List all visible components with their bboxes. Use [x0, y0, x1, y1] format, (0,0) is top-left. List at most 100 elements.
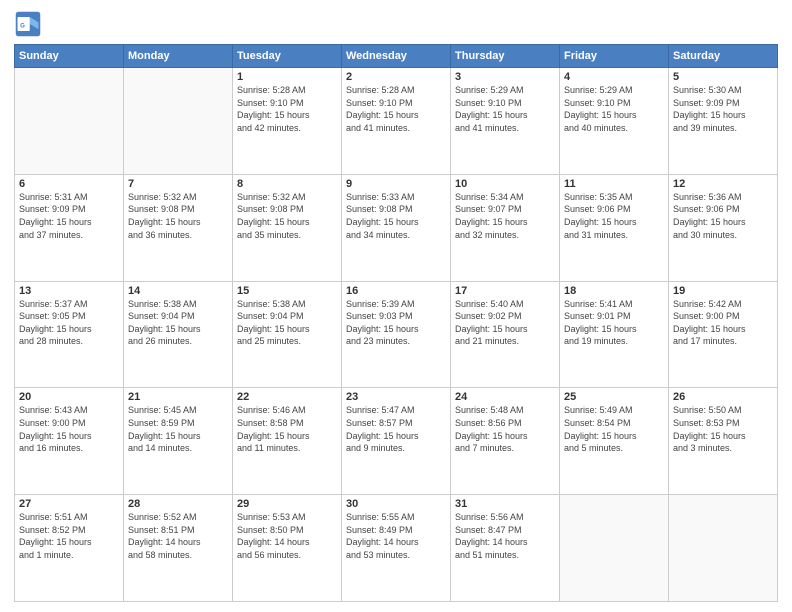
calendar-cell: 8Sunrise: 5:32 AM Sunset: 9:08 PM Daylig…: [233, 174, 342, 281]
day-info: Sunrise: 5:46 AM Sunset: 8:58 PM Dayligh…: [237, 404, 337, 454]
calendar-cell: 13Sunrise: 5:37 AM Sunset: 9:05 PM Dayli…: [15, 281, 124, 388]
day-info: Sunrise: 5:43 AM Sunset: 9:00 PM Dayligh…: [19, 404, 119, 454]
calendar-cell: 31Sunrise: 5:56 AM Sunset: 8:47 PM Dayli…: [451, 495, 560, 602]
day-number: 29: [237, 498, 337, 510]
day-info: Sunrise: 5:33 AM Sunset: 9:08 PM Dayligh…: [346, 191, 446, 241]
calendar-cell: 14Sunrise: 5:38 AM Sunset: 9:04 PM Dayli…: [124, 281, 233, 388]
day-number: 14: [128, 285, 228, 297]
calendar-week-3: 13Sunrise: 5:37 AM Sunset: 9:05 PM Dayli…: [15, 281, 778, 388]
calendar-cell: 22Sunrise: 5:46 AM Sunset: 8:58 PM Dayli…: [233, 388, 342, 495]
day-number: 30: [346, 498, 446, 510]
day-number: 19: [673, 285, 773, 297]
day-info: Sunrise: 5:45 AM Sunset: 8:59 PM Dayligh…: [128, 404, 228, 454]
day-number: 18: [564, 285, 664, 297]
day-info: Sunrise: 5:39 AM Sunset: 9:03 PM Dayligh…: [346, 298, 446, 348]
svg-text:G: G: [20, 23, 25, 30]
day-info: Sunrise: 5:51 AM Sunset: 8:52 PM Dayligh…: [19, 511, 119, 561]
calendar-cell: 6Sunrise: 5:31 AM Sunset: 9:09 PM Daylig…: [15, 174, 124, 281]
day-header-tuesday: Tuesday: [233, 45, 342, 68]
logo: G: [14, 10, 46, 38]
calendar-header-row: SundayMondayTuesdayWednesdayThursdayFrid…: [15, 45, 778, 68]
day-header-saturday: Saturday: [669, 45, 778, 68]
calendar-cell: 25Sunrise: 5:49 AM Sunset: 8:54 PM Dayli…: [560, 388, 669, 495]
calendar-week-1: 1 Sunrise: 5:28 AM Sunset: 9:10 PM Daylig…: [15, 68, 778, 175]
day-number: 21: [128, 391, 228, 403]
day-number: 5: [673, 71, 773, 83]
day-info: Sunrise: 5:53 AM Sunset: 8:50 PM Dayligh…: [237, 511, 337, 561]
calendar-cell: 2Sunrise: 5:28 AM Sunset: 9:10 PM Daylig…: [342, 68, 451, 175]
day-info: Sunrise: 5:38 AM Sunset: 9:04 PM Dayligh…: [237, 298, 337, 348]
day-info: Sunrise: 5:40 AM Sunset: 9:02 PM Dayligh…: [455, 298, 555, 348]
day-number: 1: [237, 71, 337, 83]
calendar-cell: 7Sunrise: 5:32 AM Sunset: 9:08 PM Daylig…: [124, 174, 233, 281]
day-number: 9: [346, 178, 446, 190]
calendar-cell: 23Sunrise: 5:47 AM Sunset: 8:57 PM Dayli…: [342, 388, 451, 495]
calendar-cell: 26Sunrise: 5:50 AM Sunset: 8:53 PM Dayli…: [669, 388, 778, 495]
day-number: 27: [19, 498, 119, 510]
header: G: [14, 10, 778, 38]
calendar-cell: 3Sunrise: 5:29 AM Sunset: 9:10 PM Daylig…: [451, 68, 560, 175]
calendar-week-4: 20Sunrise: 5:43 AM Sunset: 9:00 PM Dayli…: [15, 388, 778, 495]
day-number: 22: [237, 391, 337, 403]
day-number: 12: [673, 178, 773, 190]
page: G SundayMondayTuesdayWednesdayThursdayFr…: [0, 0, 792, 612]
calendar-cell: [15, 68, 124, 175]
calendar-cell: 29Sunrise: 5:53 AM Sunset: 8:50 PM Dayli…: [233, 495, 342, 602]
calendar: SundayMondayTuesdayWednesdayThursdayFrid…: [14, 44, 778, 602]
day-info: Sunrise: 5:31 AM Sunset: 9:09 PM Dayligh…: [19, 191, 119, 241]
day-info: Sunrise: 5:36 AM Sunset: 9:06 PM Dayligh…: [673, 191, 773, 241]
day-header-monday: Monday: [124, 45, 233, 68]
day-number: 15: [237, 285, 337, 297]
day-info: Sunrise: 5:42 AM Sunset: 9:00 PM Dayligh…: [673, 298, 773, 348]
day-number: 17: [455, 285, 555, 297]
calendar-cell: 15Sunrise: 5:38 AM Sunset: 9:04 PM Dayli…: [233, 281, 342, 388]
calendar-cell: 5Sunrise: 5:30 AM Sunset: 9:09 PM Daylig…: [669, 68, 778, 175]
day-number: 20: [19, 391, 119, 403]
calendar-cell: 28Sunrise: 5:52 AM Sunset: 8:51 PM Dayli…: [124, 495, 233, 602]
day-info: Sunrise: 5:30 AM Sunset: 9:09 PM Dayligh…: [673, 84, 773, 134]
day-number: 11: [564, 178, 664, 190]
day-number: 6: [19, 178, 119, 190]
calendar-cell: 1Sunrise: 5:28 AM Sunset: 9:10 PM Daylig…: [233, 68, 342, 175]
day-info: Sunrise: 5:50 AM Sunset: 8:53 PM Dayligh…: [673, 404, 773, 454]
logo-icon: G: [14, 10, 42, 38]
day-number: 8: [237, 178, 337, 190]
day-info: Sunrise: 5:28 AM Sunset: 9:10 PM Dayligh…: [346, 84, 446, 134]
day-info: Sunrise: 5:55 AM Sunset: 8:49 PM Dayligh…: [346, 511, 446, 561]
calendar-cell: 24Sunrise: 5:48 AM Sunset: 8:56 PM Dayli…: [451, 388, 560, 495]
calendar-week-2: 6Sunrise: 5:31 AM Sunset: 9:09 PM Daylig…: [15, 174, 778, 281]
day-info: Sunrise: 5:29 AM Sunset: 9:10 PM Dayligh…: [564, 84, 664, 134]
calendar-cell: 11Sunrise: 5:35 AM Sunset: 9:06 PM Dayli…: [560, 174, 669, 281]
day-info: Sunrise: 5:56 AM Sunset: 8:47 PM Dayligh…: [455, 511, 555, 561]
day-number: 26: [673, 391, 773, 403]
day-info: Sunrise: 5:32 AM Sunset: 9:08 PM Dayligh…: [237, 191, 337, 241]
day-number: 23: [346, 391, 446, 403]
day-info: Sunrise: 5:52 AM Sunset: 8:51 PM Dayligh…: [128, 511, 228, 561]
day-info: Sunrise: 5:34 AM Sunset: 9:07 PM Dayligh…: [455, 191, 555, 241]
day-number: 28: [128, 498, 228, 510]
day-info: Sunrise: 5:38 AM Sunset: 9:04 PM Dayligh…: [128, 298, 228, 348]
calendar-cell: 17Sunrise: 5:40 AM Sunset: 9:02 PM Dayli…: [451, 281, 560, 388]
day-number: 13: [19, 285, 119, 297]
day-info: Sunrise: 5:48 AM Sunset: 8:56 PM Dayligh…: [455, 404, 555, 454]
day-info: Sunrise: 5:47 AM Sunset: 8:57 PM Dayligh…: [346, 404, 446, 454]
calendar-cell: 12Sunrise: 5:36 AM Sunset: 9:06 PM Dayli…: [669, 174, 778, 281]
day-number: 24: [455, 391, 555, 403]
calendar-cell: 9Sunrise: 5:33 AM Sunset: 9:08 PM Daylig…: [342, 174, 451, 281]
calendar-cell: 30Sunrise: 5:55 AM Sunset: 8:49 PM Dayli…: [342, 495, 451, 602]
day-header-thursday: Thursday: [451, 45, 560, 68]
calendar-cell: 4Sunrise: 5:29 AM Sunset: 9:10 PM Daylig…: [560, 68, 669, 175]
calendar-cell: 10Sunrise: 5:34 AM Sunset: 9:07 PM Dayli…: [451, 174, 560, 281]
day-number: 10: [455, 178, 555, 190]
day-info: Sunrise: 5:41 AM Sunset: 9:01 PM Dayligh…: [564, 298, 664, 348]
day-number: 4: [564, 71, 664, 83]
calendar-cell: 21Sunrise: 5:45 AM Sunset: 8:59 PM Dayli…: [124, 388, 233, 495]
calendar-cell: 18Sunrise: 5:41 AM Sunset: 9:01 PM Dayli…: [560, 281, 669, 388]
calendar-cell: 27Sunrise: 5:51 AM Sunset: 8:52 PM Dayli…: [15, 495, 124, 602]
day-info: Sunrise: 5:35 AM Sunset: 9:06 PM Dayligh…: [564, 191, 664, 241]
calendar-cell: 16Sunrise: 5:39 AM Sunset: 9:03 PM Dayli…: [342, 281, 451, 388]
day-number: 25: [564, 391, 664, 403]
day-header-sunday: Sunday: [15, 45, 124, 68]
calendar-cell: [560, 495, 669, 602]
day-info: Sunrise: 5:37 AM Sunset: 9:05 PM Dayligh…: [19, 298, 119, 348]
